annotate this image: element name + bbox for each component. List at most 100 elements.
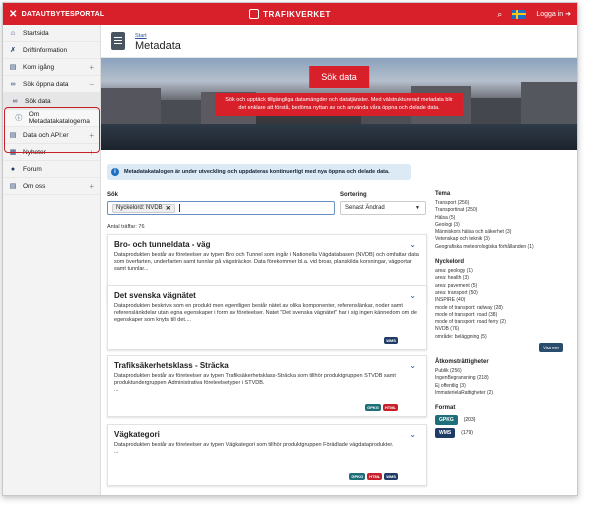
page-header: Start Metadata xyxy=(101,25,577,58)
facet-item[interactable]: Människors hälsa och säkerhet (3) xyxy=(435,229,575,236)
result-card[interactable]: Trafiksäkerhetsklass - Sträcka Dataprodu… xyxy=(107,355,427,417)
sidebar-item-label: Om Metadatakatalogerna xyxy=(28,111,90,125)
sidebar-item-sok-data[interactable]: ∞ Sök data xyxy=(3,93,100,110)
search-input[interactable]: Nyckelord: NVDB ✕ xyxy=(107,201,335,215)
expand-icon[interactable]: + xyxy=(89,131,94,140)
facet-item[interactable]: Geologi (3) xyxy=(435,222,575,229)
info-icon: i xyxy=(111,168,119,176)
facet-item[interactable]: Hälsa (5) xyxy=(435,215,575,222)
info-banner: i Metadatakatalogen är under utveckling … xyxy=(107,164,411,180)
result-title[interactable]: Bro- och tunneldata - väg xyxy=(114,240,420,249)
expand-icon[interactable]: + xyxy=(89,182,94,191)
facet-item[interactable]: mode of transport: road (38) xyxy=(435,312,575,319)
facet-item[interactable]: area: pavement (5) xyxy=(435,283,575,290)
facet-item[interactable]: INSPIRE (40) xyxy=(435,297,575,304)
facet-item[interactable]: area: geology (1) xyxy=(435,268,575,275)
search-icon[interactable]: ⌕ xyxy=(497,9,502,20)
chevron-down-icon[interactable]: ⌄ xyxy=(409,361,416,370)
close-icon[interactable]: ✕ xyxy=(9,9,18,20)
hero-water xyxy=(101,124,577,150)
facet-item[interactable]: IngenBegransning (218) xyxy=(435,375,575,382)
format-facet-item[interactable]: WMS (179) xyxy=(435,427,575,439)
info-text: Metadatakatalogen är under utveckling oc… xyxy=(124,169,390,175)
result-card[interactable]: Vägkategori Dataprodukten består av före… xyxy=(107,424,427,486)
sidebar-item-kom-igang[interactable]: ▤ Kom igång + xyxy=(3,59,100,76)
facet-item[interactable]: mode of transport: road ferry (2) xyxy=(435,319,575,326)
breadcrumb[interactable]: Start xyxy=(135,33,147,39)
format-tag-gpkg: GPKG xyxy=(365,404,381,411)
sidebar-item-om-metadatakatalogerna[interactable]: ⓘ Om Metadatakatalogerna xyxy=(3,110,100,127)
facet-panel: Tema Transport (256) Transportinat (250)… xyxy=(435,191,575,440)
sidebar-item-label: Driftinformation xyxy=(23,46,68,54)
facet-title-format: Format xyxy=(435,405,456,412)
facet-item[interactable]: Publik (256) xyxy=(435,368,575,375)
chat-icon: ● xyxy=(10,165,16,173)
sidebar-item-sok-oppna-data[interactable]: ∞ Sök öppna data − xyxy=(3,76,100,93)
result-title[interactable]: Det svenska vägnätet xyxy=(114,291,420,300)
brand-label: TRAFIKVERKET xyxy=(263,9,331,19)
info-icon: ⓘ xyxy=(15,115,23,122)
sidebar-item-nyheter[interactable]: ▦ Nyheter + xyxy=(3,144,100,161)
facet-item[interactable]: Transportinat (250) xyxy=(435,207,575,214)
chevron-down-icon[interactable]: ⌄ xyxy=(409,240,416,249)
result-ellipsis: ... xyxy=(114,449,119,455)
hero-description: Sök och upptäck tillgängliga datamängder… xyxy=(215,93,463,116)
facet-item[interactable]: Ej offentlig (3) xyxy=(435,383,575,390)
sidebar-item-data-och-apier[interactable]: ▤ Data och API:er + xyxy=(3,127,100,144)
facet-item[interactable]: Vetenskap och teknik (3) xyxy=(435,236,575,243)
chevron-down-icon[interactable]: ⌄ xyxy=(409,430,416,439)
sidebar-item-label: Nyheter xyxy=(23,148,46,156)
sidebar-item-forum[interactable]: ● Forum xyxy=(3,161,100,178)
login-button[interactable]: Logga in ➜ xyxy=(536,10,571,18)
tools-icon: ✗ xyxy=(10,47,16,54)
format-tag-html: HTML xyxy=(382,404,398,411)
binoculars-icon: ∞ xyxy=(10,80,16,88)
sort-label: Sortering xyxy=(340,192,367,198)
facet-title-atkomst: Åtkomsträttigheter xyxy=(435,359,489,366)
swedish-flag-icon[interactable] xyxy=(512,9,527,19)
chevron-down-icon: ▼ xyxy=(415,205,420,211)
format-count: (203) xyxy=(463,417,476,424)
result-title[interactable]: Vägkategori xyxy=(114,430,420,439)
sidebar-item-om-oss[interactable]: ▤ Om oss + xyxy=(3,178,100,195)
result-card[interactable]: Det svenska vägnätet Dataprodukten beskr… xyxy=(107,285,427,350)
facet-item[interactable]: area: transport (50) xyxy=(435,290,575,297)
sidebar-item-driftinformation[interactable]: ✗ Driftinformation xyxy=(3,42,100,59)
page-title: Metadata xyxy=(135,40,181,52)
hit-count: Antal träffar: 76 xyxy=(107,224,145,230)
portal-label: DATAUTBYTESPORTAL xyxy=(21,10,105,18)
facet-item[interactable]: ImmaterielaRattigheter (2) xyxy=(435,390,575,397)
show-more-button[interactable]: Visa mer xyxy=(539,343,563,353)
expand-icon[interactable]: + xyxy=(89,148,94,157)
result-description: Dataprodukten beskrivs som en produkt me… xyxy=(114,303,417,323)
facet-item[interactable]: mode of transport: railway (28) xyxy=(435,305,575,312)
facet-item[interactable]: Transport (256) xyxy=(435,200,575,207)
result-description: Dataprodukten består av företeelser av t… xyxy=(114,252,419,272)
keyword-chip: Nyckelord: NVDB ✕ xyxy=(112,203,175,213)
format-tag-html: HTML xyxy=(367,473,383,480)
chevron-down-icon[interactable]: ⌄ xyxy=(409,291,416,300)
browser-window: ✕ DATAUTBYTESPORTAL TRAFIKVERKET ⌕ Logga… xyxy=(2,2,578,496)
facet-item[interactable]: område: beläggning (5) xyxy=(435,334,575,341)
format-count: (179) xyxy=(461,430,473,437)
sidebar: ⌂ Startsida ✗ Driftinformation ▤ Kom igå… xyxy=(3,25,101,495)
format-tag-wms: WMS xyxy=(384,473,398,480)
text-cursor xyxy=(178,204,180,212)
facet-item[interactable]: area: health (3) xyxy=(435,275,575,282)
sidebar-item-label: Sök öppna data xyxy=(23,80,69,88)
sidebar-item-label: Kom igång xyxy=(23,63,55,71)
sidebar-item-startsida[interactable]: ⌂ Startsida xyxy=(3,25,100,42)
result-title[interactable]: Trafiksäkerhetsklass - Sträcka xyxy=(114,361,420,370)
portal-link[interactable]: ✕ DATAUTBYTESPORTAL xyxy=(3,9,104,20)
expand-icon[interactable]: + xyxy=(89,63,94,72)
format-facet-item[interactable]: GPKG (203) xyxy=(435,414,575,426)
sort-select[interactable]: Senast Ändrad ▼ xyxy=(340,201,426,215)
collapse-icon[interactable]: − xyxy=(89,80,94,89)
facet-item[interactable]: NVDB (76) xyxy=(435,326,575,333)
facet-item[interactable]: Geografiska meteorologiska förhållanden … xyxy=(435,244,575,251)
hero-title: Sök data xyxy=(309,66,369,88)
keyword-chip-label: Nyckelord: NVDB xyxy=(116,205,163,211)
sidebar-item-label: Data och API:er xyxy=(23,131,69,139)
format-badge: WMS xyxy=(435,428,456,439)
remove-chip-icon[interactable]: ✕ xyxy=(166,205,171,212)
